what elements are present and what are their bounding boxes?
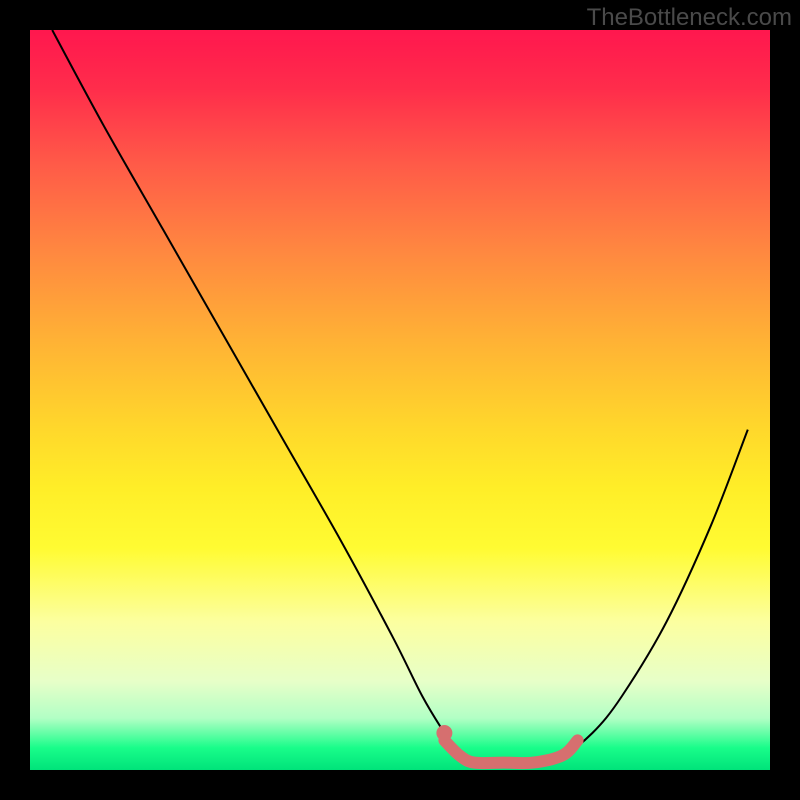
bottleneck-curve [52, 30, 748, 764]
curve-svg [30, 30, 770, 770]
plot-area [30, 30, 770, 770]
chart-container: TheBottleneck.com [0, 0, 800, 800]
attribution-text: TheBottleneck.com [587, 4, 792, 32]
optimum-dot [436, 725, 452, 741]
optimum-highlight [444, 740, 577, 763]
